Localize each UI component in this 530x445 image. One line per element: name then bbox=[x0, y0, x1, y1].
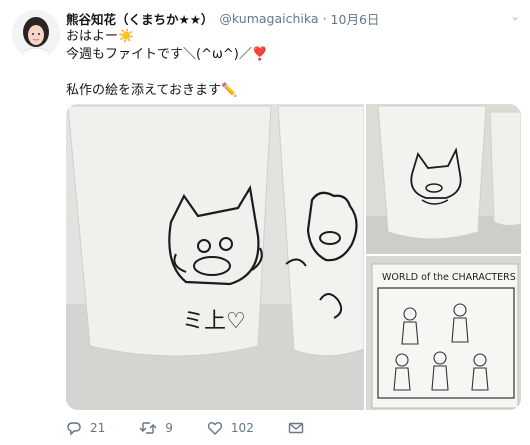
tweet-text: おはよー☀️ 今週もファイトです＼(^ω^)／❣️ 私作の絵を添えておきます✏️ bbox=[66, 29, 269, 98]
retweet-count: 9 bbox=[165, 421, 173, 435]
tweet-header: 熊谷知花（くまちか★★） @kumagaichika · 10月6日 ⌄ bbox=[66, 8, 520, 28]
tweet[interactable]: 熊谷知花（くまちか★★） @kumagaichika · 10月6日 ⌄ おはよ… bbox=[0, 0, 530, 445]
envelope-icon bbox=[288, 422, 304, 434]
tweet-date[interactable]: 10月6日 bbox=[331, 9, 380, 28]
heart-icon bbox=[207, 422, 223, 435]
tweet-actions: 21 9 102 bbox=[66, 418, 346, 438]
chevron-down-icon[interactable]: ⌄ bbox=[511, 10, 520, 23]
message-button[interactable] bbox=[288, 420, 312, 436]
media-grid: ミ上♡ WORLD of the CHARACTERS bbox=[66, 104, 521, 410]
separator-dot: · bbox=[322, 10, 327, 26]
author-name[interactable]: 熊谷知花（くまちか★★） bbox=[66, 9, 213, 28]
cup-writing: ミ上♡ bbox=[182, 309, 246, 334]
reply-icon bbox=[67, 422, 81, 436]
avatar-image bbox=[12, 10, 60, 58]
avatar[interactable] bbox=[12, 10, 60, 58]
like-count: 102 bbox=[230, 421, 254, 435]
cups-photo[interactable]: ミ上♡ bbox=[66, 104, 365, 410]
characters-sketch-photo[interactable]: WORLD of the CHARACTERS bbox=[366, 256, 521, 410]
cat-cup-photo[interactable] bbox=[366, 104, 521, 254]
retweet-button[interactable]: 9 bbox=[139, 420, 173, 436]
reply-count: 21 bbox=[90, 421, 106, 435]
reply-button[interactable]: 21 bbox=[66, 420, 105, 436]
like-button[interactable]: 102 bbox=[207, 420, 254, 436]
author-handle[interactable]: @kumagaichika bbox=[219, 11, 318, 26]
retweet-icon bbox=[139, 422, 157, 434]
sketch-title: WORLD of the CHARACTERS bbox=[382, 272, 516, 283]
